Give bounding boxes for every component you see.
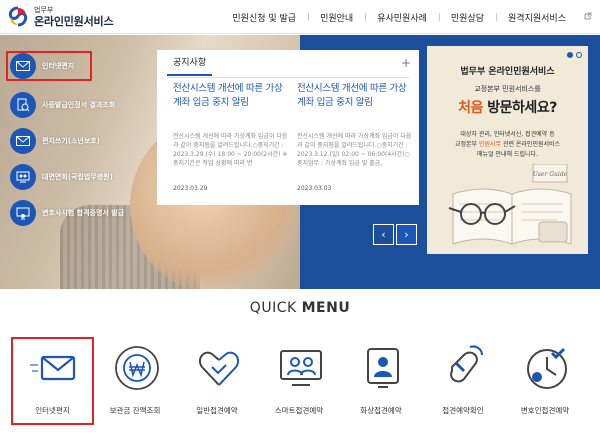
book-cover-text: User Guide [533,171,568,178]
visit-icon [10,164,36,190]
notice-item[interactable]: 전산시스템 개선에 따른 가상계좌 입금 중지 알림 전산시스템 개선에 따라 … [297,82,413,192]
logo-title: 온라인민원서비스 [34,15,114,28]
side-quick-links: 인터넷편지 사증발급인정서 결과조회 편지쓰기(소년보호) 대면면회(국립법무병… [6,51,138,231]
side-item-label: 편지쓰기(소년보호) [42,137,100,145]
hero-section: 인터넷편지 사증발급인정서 결과조회 편지쓰기(소년보호) 대면면회(국립법무병… [0,35,600,289]
open-book-glasses-icon: User Guide [448,164,572,245]
banner-subtitle: 교정본부 민원서비스를 [474,85,541,93]
side-item-visa-result[interactable]: 사증발급인정서 결과조회 [10,87,138,123]
banner-dot-2[interactable] [576,52,582,58]
banner-desc-line: 교정본부 민원사무 관련 온라인민원서비스 [427,140,588,150]
quick-item-lawyer-visit[interactable]: 변호인접견예약 [504,337,586,427]
government-emblem-icon [6,5,30,29]
banner-desc-highlight: 민원사무 [478,141,502,148]
side-item-write-letter[interactable]: 편지쓰기(소년보호) [10,123,138,159]
banner-desc-line: 대상자 관리, 인터넷서신, 접견예약 등 [460,131,555,138]
site-header: 법무부 온라인민원서비스 민원신청 및 발급 민원안내 유사민원사례 민원상담 … [0,0,600,34]
more-notices-button[interactable]: + [401,56,411,70]
side-item-label: 인터넷편지 [42,62,75,70]
banner-pager [567,52,582,58]
banner-headline: 처음 방문하세요? [427,97,588,117]
guide-banner[interactable]: 법무부 온라인민원서비스 교정본부 민원서비스를 처음 방문하세요? 대상자 관… [427,46,588,254]
banner-desc-text: 교정본부 [454,141,479,148]
quick-item-internet-letter[interactable]: 인터넷편지 [11,337,94,425]
prev-button[interactable]: ‹ [373,224,394,245]
nav-item-consult[interactable]: 민원상담 [438,11,496,24]
nav-item-remote[interactable]: 원격지원서비스 [496,11,578,24]
envelope-icon [10,53,36,79]
quick-item-label: 변호인접견예약 [520,406,570,415]
banner-title: 법무부 온라인민원서비스 [460,67,555,77]
side-item-label: 사증발급인정서 결과조회 [42,101,116,109]
monitor-person-icon [367,348,399,388]
banner-headline-highlight: 처음 [458,100,483,116]
certificate-icon [10,200,36,226]
banner-headline-rest: 방문하세요? [482,100,557,116]
notice-summary: 전산시스템 개선에 따라 가상계좌 입금이 다음과 같이 중지됨을 알려드립니다… [297,133,412,167]
banner-desc-line: 매뉴얼 안내해 드립니다. [477,151,538,158]
won-coin-icon [115,346,159,390]
notice-title[interactable]: 전산시스템 개선에 따른 가상계좌 입금 중지 알림 [173,82,289,124]
main-nav: 민원신청 및 발급 민원안내 유사민원사례 민원상담 원격지원서비스 [220,0,578,34]
external-link-icon [584,12,592,20]
banner-description: 대상자 관리, 인터넷서신, 접견예약 등 교정본부 민원사무 관련 온라인민원… [427,130,588,160]
notice-board: 공지사항 + 전산시스템 개선에 따른 가상계좌 입금 중지 알림 전산시스템 … [157,50,419,205]
quick-item-balance[interactable]: 보관금 잔액조회 [94,337,176,427]
passport-search-icon [10,92,36,118]
notice-date: 2023.03.29 [173,185,208,192]
next-button[interactable]: › [396,224,417,245]
site-logo[interactable]: 법무부 온라인민원서비스 [6,4,114,30]
quick-item-label: 일반접견예약 [196,406,238,415]
quick-item-label: 보관금 잔액조회 [109,406,161,415]
envelope-icon [10,128,36,154]
notice-title[interactable]: 전산시스템 개선에 따른 가상계좌 입금 중지 알림 [297,82,413,124]
quick-menu-title-light: QUICK [249,300,302,316]
video-call-icon [280,350,322,386]
banner-desc-text: 관련 온라인민원서비스 [501,141,561,148]
side-item-label: 대면면회(국립법무병원) [42,173,113,181]
quick-item-video-visit[interactable]: 화상접견예약 [340,337,422,427]
quick-item-label: 인터넷편지 [35,406,70,415]
logo-subtitle: 법무부 [34,6,54,14]
clock-check-icon [527,347,567,389]
nav-item-apply[interactable]: 민원신청 및 발급 [220,11,308,24]
quick-menu-title: QUICK MENU [0,300,600,316]
side-item-visit[interactable]: 대면면회(국립법무병원) [10,159,138,195]
banner-dot-1[interactable] [567,52,573,58]
nav-item-cases[interactable]: 유사민원사례 [365,11,439,24]
heart-hands-icon [198,351,240,386]
mouse-click-icon [450,345,483,383]
quick-item-visit-check[interactable]: 접견예약확인 [422,337,504,427]
side-item-internet-letter[interactable]: 인터넷편지 [6,51,92,81]
quick-item-label: 스마트접견예약 [274,406,324,415]
notice-summary: 전산시스템 개선에 따라 가상계좌 입금이 다음과 같이 중지됨을 알려드립니다… [173,133,288,167]
quick-item-label: 화상접견예약 [360,406,402,415]
side-item-label: 변호사시험 합격증명서 발급 [42,209,125,217]
notice-pager: ‹ › [373,224,417,245]
quick-item-label: 접견예약확인 [442,406,484,415]
nav-item-guide[interactable]: 민원안내 [308,11,365,24]
side-item-bar-exam[interactable]: 변호사시험 합격증명서 발급 [10,195,138,231]
tab-notice[interactable]: 공지사항 [167,50,213,76]
divider [167,77,409,78]
envelope-icon [30,355,76,381]
notice-date: 2023.03.03 [297,185,332,192]
quick-item-smart-visit[interactable]: 스마트접견예약 [258,337,340,427]
quick-item-general-visit[interactable]: 일반접견예약 [176,337,258,427]
quick-menu-title-bold: MENU [301,300,351,316]
notice-item[interactable]: 전산시스템 개선에 따른 가상계좌 입금 중지 알림 전산시스템 개선에 따라 … [173,82,289,192]
